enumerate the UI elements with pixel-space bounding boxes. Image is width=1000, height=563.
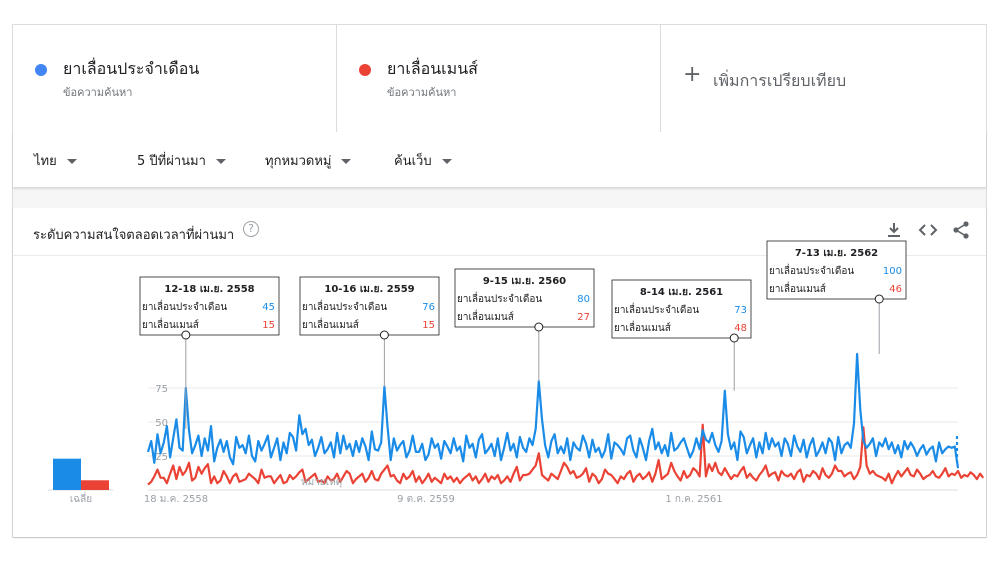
peak-tooltip: 9-15 เม.ย. 2560 ยาเลื่อนประจำเดือน 80 ยาเลื… <box>454 268 595 382</box>
note-marker[interactable]: หมายเหตุ <box>301 477 342 488</box>
x-tick-label: 18 ม.ค. 2558 <box>144 494 208 505</box>
tooltip-series-1-value: 45 <box>262 302 275 313</box>
tooltip-series-2-name: ยาเลื่อนเมนส์ <box>142 317 199 331</box>
add-comparison-label: เพิ่มการเปรียบเทียบ <box>713 71 847 90</box>
x-axis-ticks: 18 ม.ค. 2558 9 ต.ค. 2559 1 ก.ค. 2561 <box>144 494 723 505</box>
tooltip-date: 9-15 เม.ย. 2560 <box>483 276 566 287</box>
tooltip-series-1-value: 100 <box>883 266 902 277</box>
tooltip-series-1-name: ยาเลื่อนประจำเดือน <box>457 291 542 305</box>
average-bar-series-2 <box>81 480 109 490</box>
tooltip-series-2-value: 15 <box>422 320 435 331</box>
tooltip-series-2-value: 15 <box>262 320 275 331</box>
tooltip-series-2-value: 48 <box>734 323 747 334</box>
plus-icon: + <box>683 62 702 87</box>
time-range-value: 5 ปีที่ผ่านมา <box>137 154 206 169</box>
tooltip-series-1-value: 76 <box>422 302 435 313</box>
region-value: ไทย <box>34 154 57 169</box>
tooltip-series-1-name: ยาเลื่อนประจำเดือน <box>142 299 227 313</box>
tooltip-date: 8-14 เม.ย. 2561 <box>640 287 723 298</box>
peak-tooltips: 12-18 เม.ย. 2558 ยาเลื่อนประจำเดือน 45 ยาเล… <box>139 240 907 429</box>
tooltip-series-2-value: 46 <box>889 284 902 295</box>
series-color-dot <box>35 64 47 76</box>
term-card-1[interactable]: ยาเลื่อนประจำเดือน ข้อความค้นหา <box>13 25 337 132</box>
tooltip-series-1-name: ยาเลื่อนประจำเดือน <box>769 263 854 277</box>
search-type-filter[interactable]: ค้นเว็บ <box>394 150 452 171</box>
tooltip-series-2-name: ยาเลื่อนเมนส์ <box>302 317 359 331</box>
average-bar-series-1 <box>53 458 81 490</box>
chevron-down-icon <box>441 159 452 164</box>
tooltip-series-1-name: ยาเลื่อนประจำเดือน <box>302 299 387 313</box>
tooltip-anchor-point <box>534 322 544 332</box>
peak-tooltip: 12-18 เม.ย. 2558 ยาเลื่อนประจำเดือน 45 ยาเล… <box>139 276 280 429</box>
tooltip-anchor-point <box>874 294 884 304</box>
series-2-line <box>147 423 985 486</box>
term-name: ยาเลื่อนเมนส์ <box>387 59 478 78</box>
y-tick-label: 75 <box>155 384 168 395</box>
tooltip-series-1-value: 80 <box>577 294 590 305</box>
tooltip-date: 10-16 เม.ย. 2559 <box>324 284 414 295</box>
chevron-down-icon <box>66 159 77 164</box>
series-color-dot <box>359 64 371 76</box>
peak-tooltip: 7-13 เม.ย. 2562 ยาเลื่อนประจำเดือน 100 ยาเล… <box>766 240 907 354</box>
term-type: ข้อความค้นหา <box>387 86 457 99</box>
trends-frame: ยาเลื่อนประจำเดือน ข้อความค้นหา ยาเลื่อน… <box>12 24 987 538</box>
category-value: ทุกหมวดหมู่ <box>265 154 332 169</box>
tooltip-anchor-point <box>729 333 739 343</box>
time-range-filter[interactable]: 5 ปีที่ผ่านมา <box>137 150 226 171</box>
tooltip-date: 12-18 เม.ย. 2558 <box>164 284 254 295</box>
average-label: เฉลี่ย <box>70 491 92 505</box>
tooltip-anchor-point <box>181 330 191 340</box>
tooltip-anchor-point <box>379 330 389 340</box>
compare-terms-bar: ยาเลื่อนประจำเดือน ข้อความค้นหา ยาเลื่อน… <box>13 25 986 133</box>
region-filter[interactable]: ไทย <box>34 150 77 171</box>
tooltip-series-2-name: ยาเลื่อนเมนส์ <box>614 320 671 334</box>
search-type-value: ค้นเว็บ <box>394 154 432 169</box>
add-comparison-button[interactable]: + เพิ่มการเปรียบเทียบ <box>661 25 986 132</box>
term-card-2[interactable]: ยาเลื่อนเมนส์ ข้อความค้นหา <box>337 25 661 132</box>
tooltip-series-2-name: ยาเลื่อนเมนส์ <box>769 281 826 295</box>
interest-chart: เฉลี่ย 255075 18 ม.ค. 2558 9 ต.ค. 2559 1 ก… <box>48 240 985 505</box>
category-filter[interactable]: ทุกหมวดหมู่ <box>265 150 352 171</box>
tooltip-series-2-name: ยาเลื่อนเมนส์ <box>457 309 514 323</box>
peak-tooltip: 10-16 เม.ย. 2559 ยาเลื่อนประจำเดือน 76 ยาเล… <box>299 276 440 387</box>
x-tick-label: 9 ต.ค. 2559 <box>397 494 455 505</box>
term-name: ยาเลื่อนประจำเดือน <box>63 59 200 78</box>
tooltip-series-2-value: 27 <box>577 312 590 323</box>
x-tick-label: 1 ก.ค. 2561 <box>665 494 722 505</box>
series-1-line <box>146 352 960 469</box>
tooltip-date: 7-13 เม.ย. 2562 <box>795 248 878 259</box>
tooltip-series-1-value: 73 <box>734 305 747 316</box>
interest-over-time-card: ระดับความสนใจตลอดเวลาที่ผ่านมา ? เฉลี่ย … <box>13 208 986 537</box>
tooltip-series-1-name: ยาเลื่อนประจำเดือน <box>614 302 699 316</box>
peak-tooltip: 8-14 เม.ย. 2561 ยาเลื่อนประจำเดือน 73 ยาเลื… <box>611 279 752 391</box>
filter-bar: ไทย 5 ปีที่ผ่านมา ทุกหมวดหมู่ ค้นเว็บ <box>13 132 986 188</box>
term-type: ข้อความค้นหา <box>63 86 133 99</box>
chevron-down-icon <box>341 159 352 164</box>
chevron-down-icon <box>215 159 226 164</box>
